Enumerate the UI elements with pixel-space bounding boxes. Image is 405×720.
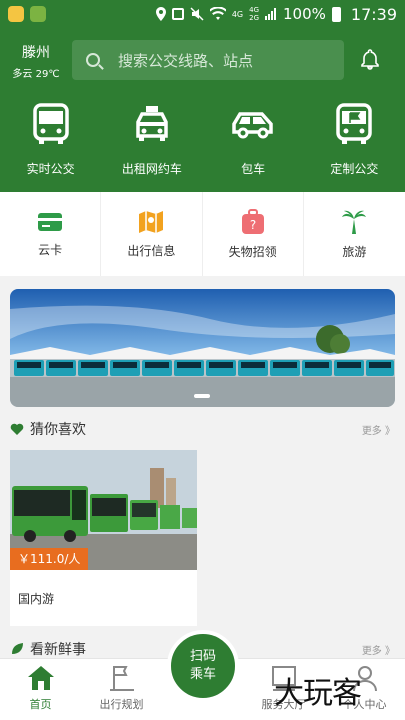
clock: 17:39 [350,4,397,24]
app-notification-icon [30,6,46,22]
top-nav: 实时公交 出租网约车 包车 定制公交 [0,102,405,188]
nav-charter[interactable]: 包车 [203,102,304,188]
tab-label: 出行规划 [99,698,144,711]
weather-text: 多云 29℃ [12,69,60,80]
wifi-icon [209,7,226,20]
bell-icon[interactable] [358,48,382,72]
nav-label: 定制公交 [330,162,379,176]
product-card[interactable]: ￥111.0/人 国内游 [10,450,197,626]
car-icon [232,112,273,139]
section-title: 猜你喜欢 [30,422,86,438]
nav-label: 实时公交 [26,162,75,176]
service-lost-found[interactable]: ? 失物招领 [203,192,304,276]
search-icon [86,53,100,67]
more-link[interactable]: 更多 》 [362,642,395,657]
card-icon [38,212,63,231]
service-label: 云卡 [38,242,63,257]
status-bar: 4G 4G 2G 100% 17:39 [0,0,405,28]
tab-label: 首页 [29,698,52,711]
carousel-indicator [194,394,210,398]
section-title: 看新鲜事 [30,642,86,658]
network-label: 2G [249,14,259,22]
taxi-icon [136,106,168,141]
city-name: 滕州 [22,45,50,61]
battery-icon [331,6,341,22]
home-icon [27,666,54,690]
city-selector[interactable]: 滕州 多云 29℃ [12,42,60,80]
nav-realtime-bus[interactable]: 实时公交 [0,102,101,188]
service-cloud-card[interactable]: 云卡 [0,192,102,276]
bus-icon [32,103,69,144]
search-bar[interactable]: 搜索公交线路、站点 [72,40,344,80]
tab-route-plan[interactable]: 出行规划 [81,659,162,720]
route-plan-icon [109,666,134,691]
search-placeholder: 搜索公交线路、站点 [118,51,254,70]
nav-label: 包车 [241,162,266,176]
map-icon [139,210,164,233]
app-root: 4G 4G 2G 100% 17:39 滕州 多云 29℃ 搜索公交线路、站点 … [0,0,405,720]
signal-icon [265,8,276,20]
section-header-guess: 猜你喜欢 更多 》 [10,419,395,439]
service-tourism[interactable]: 旅游 [304,192,405,276]
custom-bus-icon [336,103,373,144]
price-tag: ￥111.0/人 [10,548,89,570]
service-grid: 云卡 出行信息 ? 失物招领 旅游 [0,192,405,276]
scan-to-ride-button[interactable]: 扫码 乘车 [167,630,239,702]
service-label: 旅游 [342,244,367,259]
nav-taxi[interactable]: 出租网约车 [101,102,202,188]
nfc-icon [171,8,184,20]
product-photo: ￥111.0/人 [10,450,197,570]
mute-icon [190,7,204,21]
tab-home[interactable]: 首页 [0,659,81,720]
leaf-icon [12,643,23,654]
bus-station-photo [10,289,395,407]
watermark-text: 大玩客 [274,676,362,711]
location-icon [155,7,166,21]
header: 滕州 多云 29℃ 搜索公交线路、站点 实时公交 出租网约车 包车 定制公交 [0,28,405,192]
service-label: 出行信息 [127,243,176,258]
palm-tree-icon [342,210,367,234]
network-label: 4G [231,9,244,19]
service-travel-info[interactable]: 出行信息 [101,192,203,276]
scan-label-line2: 乘车 [189,667,216,682]
app-notification-icon [8,6,24,22]
luggage-icon: ? [241,208,264,234]
product-title: 国内游 [18,592,55,606]
more-link[interactable]: 更多 》 [362,422,395,437]
nav-label: 出租网约车 [121,162,182,176]
battery-percent: 100% [283,5,326,23]
nav-custom-bus[interactable]: 定制公交 [304,102,405,188]
promo-banner[interactable] [10,289,395,407]
network-label: 4G [249,6,259,14]
scan-label-line1: 扫码 [189,649,216,664]
svg-text:?: ? [249,218,255,232]
service-label: 失物招领 [228,244,277,259]
heart-icon [10,423,24,435]
